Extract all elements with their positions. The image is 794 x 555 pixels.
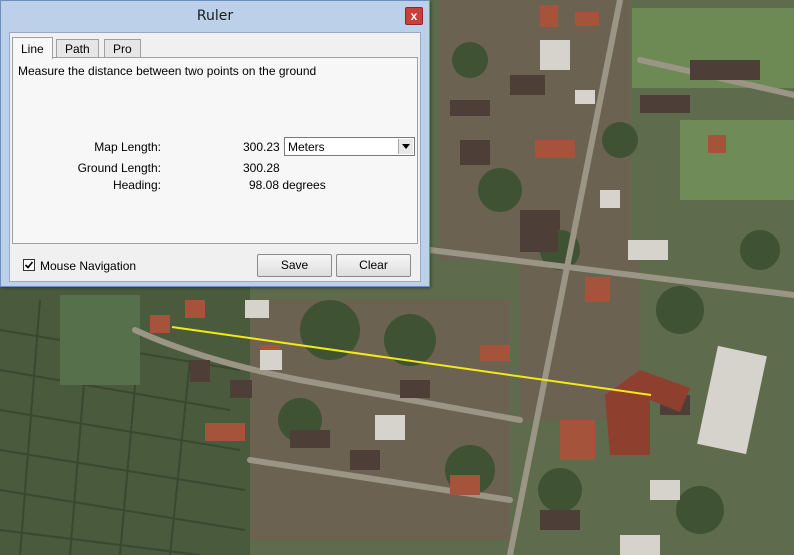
dropdown-arrow-icon[interactable]: [398, 139, 413, 154]
close-button[interactable]: x: [405, 7, 423, 25]
heading-value: 98.08 degrees: [249, 178, 326, 192]
tab-pro[interactable]: Pro: [104, 39, 141, 57]
save-button[interactable]: Save: [257, 254, 332, 277]
tab-line[interactable]: Line: [12, 37, 53, 59]
unit-select[interactable]: Meters: [284, 137, 415, 156]
mouse-navigation-label[interactable]: Mouse Navigation: [40, 259, 136, 273]
title-bar[interactable]: Ruler x: [1, 1, 429, 32]
ground-length-label: Ground Length:: [77, 161, 161, 175]
line-tab-panel: Measure the distance between two points …: [12, 57, 418, 244]
dialog-body: Line Path Pro Measure the distance betwe…: [9, 32, 421, 282]
checkmark-icon: [24, 261, 34, 269]
ruler-dialog: Ruler x Line Path Pro Measure the distan…: [0, 0, 430, 287]
window-title: Ruler: [196, 8, 234, 24]
heading-label: Heading:: [112, 178, 161, 192]
tab-path[interactable]: Path: [56, 39, 99, 57]
clear-button[interactable]: Clear: [336, 254, 411, 277]
mouse-navigation-checkbox[interactable]: [23, 259, 35, 271]
close-icon: x: [410, 9, 418, 23]
unit-select-value: Meters: [288, 140, 325, 154]
map-length-label: Map Length:: [94, 140, 161, 154]
map-length-value: 300.23: [243, 140, 280, 154]
tab-description: Measure the distance between two points …: [18, 64, 317, 78]
ground-length-value: 300.28: [243, 161, 280, 175]
